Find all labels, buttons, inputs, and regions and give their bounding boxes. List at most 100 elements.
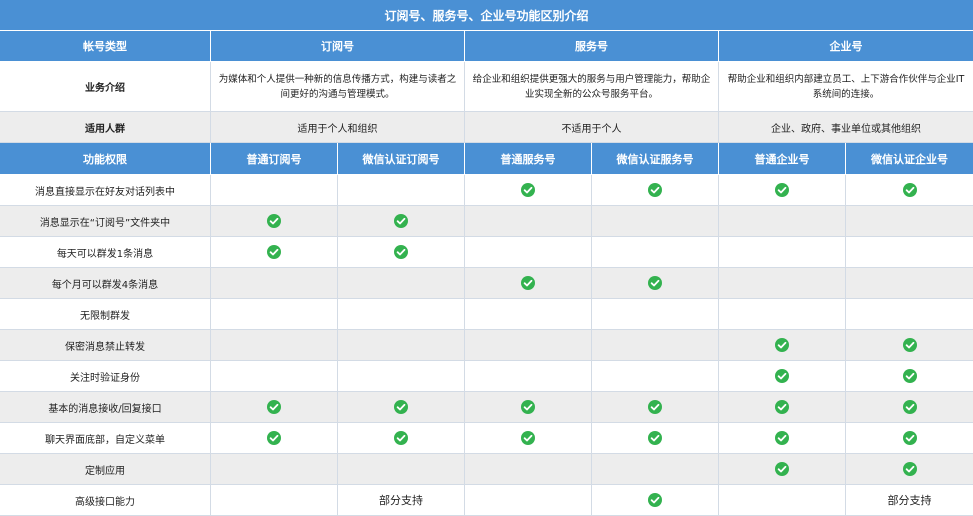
feature-cell bbox=[719, 485, 846, 516]
check-icon bbox=[775, 369, 789, 383]
feature-header-row: 功能权限 普通订阅号 微信认证订阅号 普通服务号 微信认证服务号 普通企业号 微… bbox=[0, 143, 973, 175]
feature-cell bbox=[338, 392, 465, 423]
check-icon bbox=[394, 431, 408, 445]
check-icon bbox=[775, 431, 789, 445]
feature-cell bbox=[465, 423, 592, 454]
feature-cell bbox=[846, 454, 973, 485]
check-icon bbox=[902, 431, 917, 445]
feature-cell bbox=[719, 237, 846, 268]
feature-cell bbox=[465, 361, 592, 392]
feature-row: 保密消息禁止转发 bbox=[0, 330, 973, 361]
feature-header-label: 功能权限 bbox=[0, 143, 211, 175]
feature-cell bbox=[465, 237, 592, 268]
col-normal-subscription: 普通订阅号 bbox=[211, 143, 338, 175]
check-icon bbox=[648, 183, 662, 197]
feature-cell bbox=[846, 330, 973, 361]
feature-cell bbox=[846, 237, 973, 268]
check-icon bbox=[521, 400, 535, 414]
feature-cell: 部分支持 bbox=[846, 485, 973, 516]
feature-cell bbox=[211, 361, 338, 392]
feature-cell bbox=[846, 175, 973, 206]
feature-cell bbox=[719, 299, 846, 330]
feature-name: 关注时验证身份 bbox=[0, 361, 211, 392]
feature-name: 每个月可以群发4条消息 bbox=[0, 268, 211, 299]
check-icon bbox=[648, 431, 662, 445]
service-intro: 给企业和组织提供更强大的服务与用户管理能力，帮助企业实现全新的公众号服务平台。 bbox=[465, 62, 719, 112]
feature-cell bbox=[211, 485, 338, 516]
check-icon bbox=[267, 400, 281, 414]
feature-cell bbox=[465, 299, 592, 330]
feature-cell bbox=[846, 268, 973, 299]
comparison-table: 订阅号、服务号、企业号功能区别介绍 帐号类型 订阅号 服务号 企业号 业务介绍 … bbox=[0, 0, 973, 516]
feature-cell bbox=[338, 206, 465, 237]
feature-cell bbox=[719, 454, 846, 485]
check-icon bbox=[521, 431, 535, 445]
feature-cell bbox=[719, 423, 846, 454]
check-icon bbox=[267, 214, 281, 228]
feature-cell bbox=[465, 392, 592, 423]
feature-cell bbox=[211, 206, 338, 237]
feature-name: 保密消息禁止转发 bbox=[0, 330, 211, 361]
check-icon bbox=[521, 276, 535, 290]
check-icon bbox=[775, 462, 789, 476]
check-icon bbox=[648, 400, 662, 414]
check-icon bbox=[648, 493, 662, 507]
check-icon bbox=[267, 431, 281, 445]
feature-cell bbox=[592, 268, 719, 299]
check-icon bbox=[394, 245, 408, 259]
feature-cell bbox=[846, 206, 973, 237]
feature-cell bbox=[338, 361, 465, 392]
feature-row: 消息显示在“订阅号”文件夹中 bbox=[0, 206, 973, 237]
feature-cell bbox=[338, 423, 465, 454]
feature-cell bbox=[338, 237, 465, 268]
check-icon bbox=[902, 369, 917, 383]
business-intro-row: 业务介绍 为媒体和个人提供一种新的信息传播方式，构建与读者之间更好的沟通与管理模… bbox=[0, 62, 973, 112]
feature-cell bbox=[592, 392, 719, 423]
service-audience: 不适用于个人 bbox=[465, 112, 719, 143]
feature-cell bbox=[846, 423, 973, 454]
feature-cell bbox=[465, 330, 592, 361]
feature-row: 关注时验证身份 bbox=[0, 361, 973, 392]
check-icon bbox=[394, 214, 408, 228]
feature-cell bbox=[465, 175, 592, 206]
feature-row: 高级接口能力 部分支持 部分支持 bbox=[0, 485, 973, 516]
feature-cell bbox=[338, 330, 465, 361]
col-verified-enterprise: 微信认证企业号 bbox=[846, 143, 973, 175]
check-icon bbox=[775, 338, 789, 352]
feature-cell bbox=[211, 454, 338, 485]
feature-name: 高级接口能力 bbox=[0, 485, 211, 516]
check-icon bbox=[902, 183, 917, 197]
feature-row: 聊天界面底部，自定义菜单 bbox=[0, 423, 973, 454]
col-normal-enterprise: 普通企业号 bbox=[719, 143, 846, 175]
feature-cell bbox=[719, 361, 846, 392]
feature-row: 每天可以群发1条消息 bbox=[0, 237, 973, 268]
col-normal-service: 普通服务号 bbox=[465, 143, 592, 175]
feature-cell bbox=[719, 330, 846, 361]
subscription-audience: 适用于个人和组织 bbox=[211, 112, 465, 143]
feature-cell bbox=[592, 361, 719, 392]
feature-name: 消息显示在“订阅号”文件夹中 bbox=[0, 206, 211, 237]
feature-cell bbox=[211, 392, 338, 423]
feature-cell bbox=[592, 299, 719, 330]
table-title: 订阅号、服务号、企业号功能区别介绍 bbox=[0, 0, 973, 31]
feature-cell bbox=[465, 206, 592, 237]
business-intro-label: 业务介绍 bbox=[0, 62, 211, 112]
feature-name: 无限制群发 bbox=[0, 299, 211, 330]
feature-cell bbox=[211, 330, 338, 361]
feature-row: 基本的消息接收/回复接口 bbox=[0, 392, 973, 423]
feature-cell-text: 部分支持 bbox=[887, 494, 932, 507]
check-icon bbox=[394, 400, 408, 414]
feature-cell bbox=[719, 268, 846, 299]
check-icon bbox=[902, 338, 917, 352]
feature-row: 消息直接显示在好友对话列表中 bbox=[0, 175, 973, 206]
feature-cell bbox=[465, 454, 592, 485]
feature-name: 每天可以群发1条消息 bbox=[0, 237, 211, 268]
feature-cell bbox=[846, 299, 973, 330]
feature-cell bbox=[338, 299, 465, 330]
account-type-row: 帐号类型 订阅号 服务号 企业号 bbox=[0, 31, 973, 62]
feature-cell bbox=[211, 423, 338, 454]
feature-cell bbox=[465, 268, 592, 299]
feature-cell bbox=[846, 361, 973, 392]
feature-cell: 部分支持 bbox=[338, 485, 465, 516]
feature-cell bbox=[592, 485, 719, 516]
